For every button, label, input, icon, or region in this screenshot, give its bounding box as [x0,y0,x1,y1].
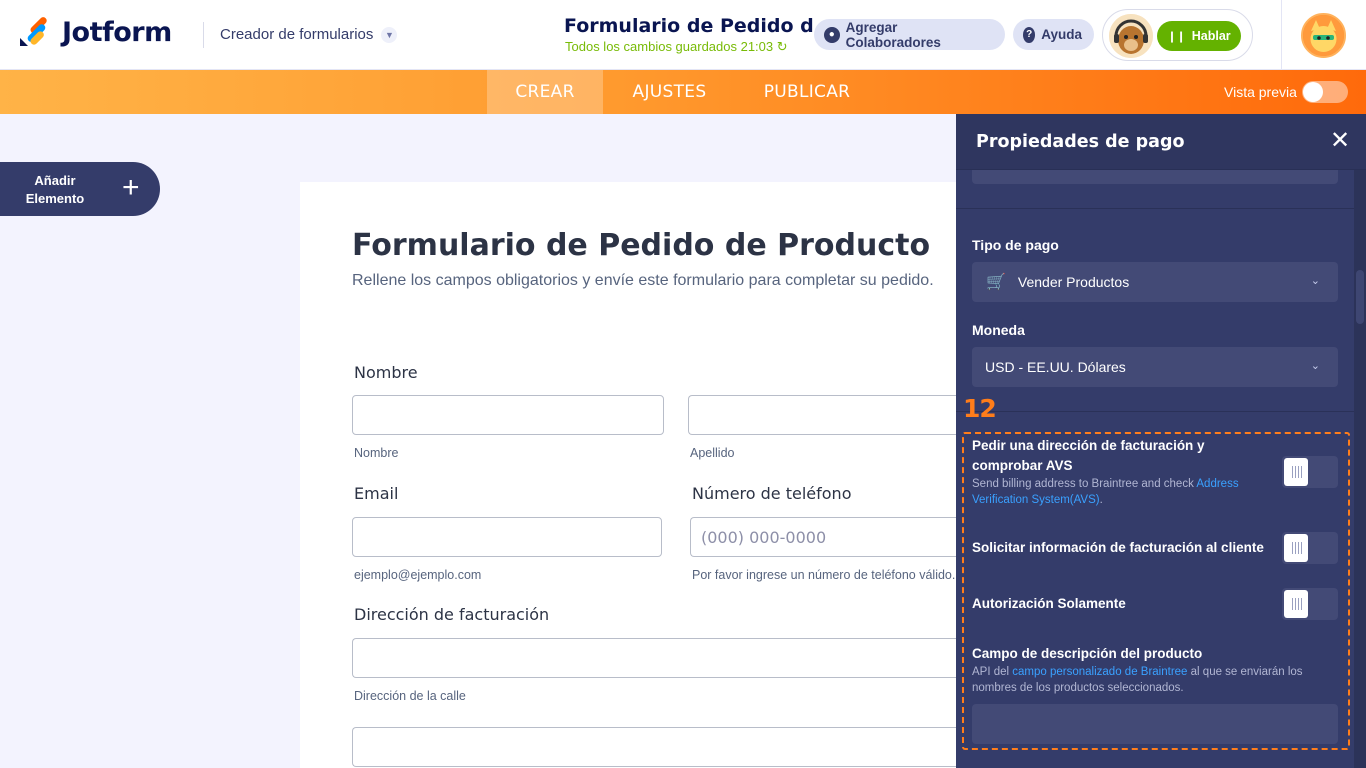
tab-create[interactable]: CREAR [487,70,603,114]
product-description-field-title: Campo de descripción del producto [972,646,1203,661]
phone-placeholder: (000) 000-0000 [701,527,827,547]
request-billing-info-title: Solicitar información de facturación al … [972,540,1264,555]
last-name-input[interactable] [688,395,980,435]
save-status-text: Todos los cambios guardados 21:03 [565,39,774,54]
desc-field-prefix: API del [972,666,1013,678]
email-label: Email [354,484,399,503]
form-subheading[interactable]: Rellene los campos obligatorios y envíe … [352,272,934,290]
avs-option-description: Send billing address to Braintree and ch… [972,476,1272,508]
scrollbar-thumb[interactable] [1356,270,1364,324]
audio-wave-icon: ❙❙ [1167,30,1186,43]
talk-label: Hablar [1191,29,1231,43]
previous-field-stub [972,170,1338,184]
payment-type-select[interactable]: 🛒 Vender Productos ⌄ [972,262,1338,302]
preview-label: Vista previa [1224,84,1297,100]
toggle-knob [1284,534,1308,562]
agent-avatar [1109,14,1153,58]
add-element-label: Añadir Elemento [25,172,85,208]
avs-desc-prefix: Send billing address to Braintree and ch… [972,478,1197,490]
street-address-input[interactable] [352,638,980,678]
street-address-hint: Dirección de la calle [354,689,466,703]
email-hint: ejemplo@ejemplo.com [354,568,482,582]
top-header: Jotform Creador de formularios ▼ Formula… [0,0,1366,70]
header-divider [1281,0,1282,70]
authorization-only-toggle[interactable] [1282,588,1338,620]
toggle-knob [1303,82,1323,102]
braintree-custom-field-link[interactable]: campo personalizado de Braintree [1012,666,1187,678]
phone-hint: Por favor ingrese un número de teléfono … [692,568,956,582]
email-input[interactable] [352,517,662,557]
builder-dropdown[interactable]: Creador de formularios ▼ [220,26,398,43]
chevron-down-icon: ⌄ [1310,275,1320,287]
builder-label: Creador de formularios [220,26,374,43]
avs-desc-suffix: . [1099,494,1103,506]
ai-agent-widget[interactable]: ❙❙ Hablar [1102,9,1253,61]
add-element-button[interactable]: Añadir Elemento + [0,162,160,216]
chevron-down-icon: ▼ [381,26,398,43]
name-label: Nombre [354,363,418,382]
payment-properties-panel: Propiedades de pago ✕ Tipo de pago 🛒 Ven… [956,114,1366,768]
user-avatar[interactable] [1301,13,1346,58]
plus-icon: + [122,171,140,204]
tab-settings[interactable]: AJUSTES [613,70,726,114]
request-billing-info-toggle[interactable] [1282,532,1338,564]
currency-select[interactable]: USD - EE.UU. Dólares ⌄ [972,347,1338,387]
first-name-input[interactable] [352,395,664,435]
divider [956,411,1354,412]
currency-value: USD - EE.UU. Dólares [985,359,1126,375]
product-description-field-desc: API del campo personalizado de Braintree… [972,664,1334,696]
logo-text: Jotform [62,16,172,48]
help-button[interactable]: ? Ayuda [1013,19,1094,50]
tab-publish[interactable]: PUBLICAR [740,70,874,114]
last-name-hint: Apellido [690,446,735,460]
talk-button[interactable]: ❙❙ Hablar [1157,21,1241,51]
phone-input[interactable]: (000) 000-0000 [690,517,980,557]
payment-type-value: Vender Productos [1017,274,1130,290]
currency-label: Moneda [972,322,1025,338]
user-icon: ● [824,26,840,43]
avs-toggle[interactable] [1282,456,1338,488]
header-divider [203,22,204,48]
chevron-down-icon: ⌄ [1310,360,1320,372]
add-collaborators-button[interactable]: ● Agregar Colaboradores [814,19,1005,50]
close-icon[interactable]: ✕ [1330,128,1350,154]
panel-header: Propiedades de pago ✕ [956,114,1366,170]
refresh-icon: ↻ [776,39,788,54]
toggle-knob [1284,590,1308,618]
cart-icon: 🛒 [986,274,1006,291]
panel-title: Propiedades de pago [976,132,1185,152]
street-address-line2-input[interactable] [352,727,980,767]
add-element-line1: Añadir [34,173,76,188]
product-description-field-input[interactable] [972,704,1338,744]
help-label: Ayuda [1041,27,1082,42]
preview-toggle[interactable] [1302,81,1348,103]
save-status: Todos los cambios guardados 21:03 ↻ [565,39,788,55]
form-canvas: Formulario de Pedido de Producto Rellene… [300,182,980,768]
phone-label: Número de teléfono [692,484,852,503]
panel-scrollbar[interactable] [1354,170,1366,768]
payment-type-label: Tipo de pago [972,237,1059,253]
billing-address-label: Dirección de facturación [354,605,550,624]
avs-option-title: Pedir una dirección de facturación y com… [972,438,1205,473]
main-nav: CREAR AJUSTES PUBLICAR Vista previa [0,70,1366,114]
step-number-badge: 12 [963,394,997,423]
divider [956,208,1354,209]
jotform-logo-icon [18,16,50,48]
add-collaborators-label: Agregar Colaboradores [845,19,941,50]
form-heading[interactable]: Formulario de Pedido de Producto [352,228,930,263]
question-icon: ? [1023,26,1036,43]
authorization-only-title: Autorización Solamente [972,596,1126,611]
form-title[interactable]: Formulario de Pedido d... [564,15,835,37]
add-element-line2: Elemento [25,191,85,206]
first-name-hint: Nombre [354,446,399,460]
toggle-knob [1284,458,1308,486]
jotform-logo[interactable]: Jotform [18,16,172,48]
